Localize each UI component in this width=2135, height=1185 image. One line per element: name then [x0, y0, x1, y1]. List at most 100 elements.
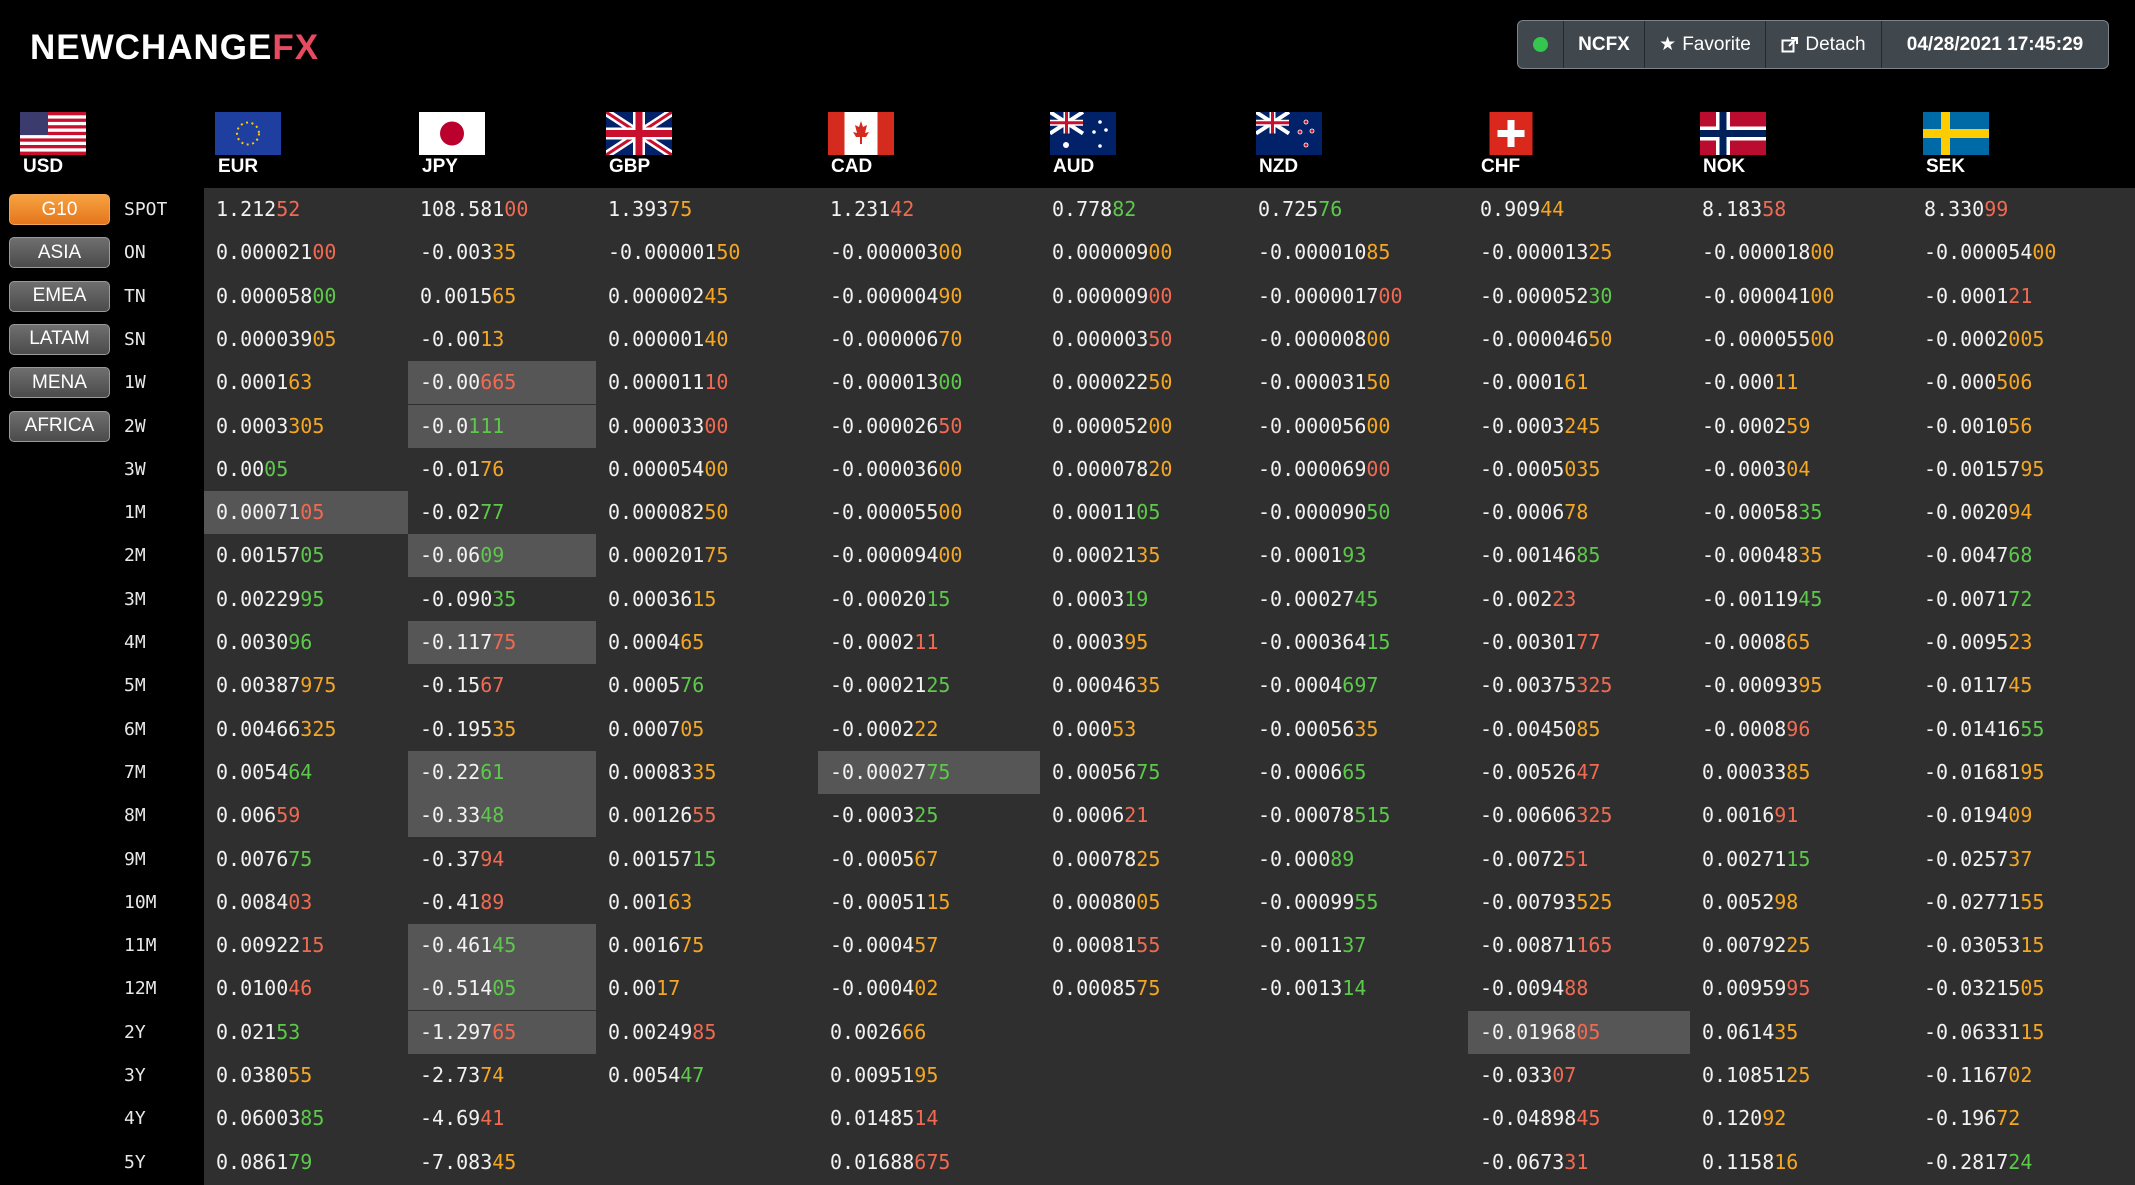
rate-cell-nok-3y[interactable]: 0.1085125 [1690, 1054, 1912, 1097]
rate-cell-aud-3m[interactable]: 0.000319 [1040, 578, 1246, 621]
rate-cell-nok-6m[interactable]: -0.000896 [1690, 708, 1912, 751]
rate-cell-nzd-spot[interactable]: 0.72576 [1246, 188, 1468, 231]
currency-header-chf[interactable]: CHF [1478, 112, 1658, 177]
rate-cell-nok-1w[interactable]: -0.00011 [1690, 361, 1912, 404]
rate-cell-sek-2w[interactable]: -0.001056 [1912, 405, 2135, 448]
currency-header-nzd[interactable]: NZD [1256, 112, 1436, 177]
rate-cell-chf-6m[interactable]: -0.0045085 [1468, 708, 1690, 751]
rate-cell-cad-11m[interactable]: -0.000457 [818, 924, 1040, 967]
rate-cell-nzd-3w[interactable]: -0.00006900 [1246, 448, 1468, 491]
rate-cell-nzd-2w[interactable]: -0.00005600 [1246, 405, 1468, 448]
rate-cell-eur-3y[interactable]: 0.038055 [204, 1054, 408, 1097]
rate-cell-chf-2m[interactable]: -0.0014685 [1468, 534, 1690, 577]
rate-cell-nzd-6m[interactable]: -0.0005635 [1246, 708, 1468, 751]
rate-cell-nok-7m[interactable]: 0.0003385 [1690, 751, 1912, 794]
rate-cell-aud-2w[interactable]: 0.00005200 [1040, 405, 1246, 448]
rate-cell-sek-2y[interactable]: -0.0633115 [1912, 1011, 2135, 1054]
rate-cell-nzd-9m[interactable]: -0.00089 [1246, 838, 1468, 881]
rate-cell-gbp-1m[interactable]: 0.00008250 [596, 491, 818, 534]
rate-cell-jpy-2m[interactable]: -0.0609 [408, 534, 596, 578]
rate-cell-sek-9m[interactable]: -0.025737 [1912, 838, 2135, 881]
rate-cell-chf-2w[interactable]: -0.0003245 [1468, 405, 1690, 448]
rate-cell-nok-3w[interactable]: -0.000304 [1690, 448, 1912, 491]
rate-cell-chf-2y[interactable]: -0.0196805 [1468, 1010, 1690, 1054]
rate-cell-sek-3m[interactable]: -0.007172 [1912, 578, 2135, 621]
rate-cell-sek-5m[interactable]: -0.011745 [1912, 664, 2135, 707]
rate-cell-gbp-3m[interactable]: 0.0003615 [596, 578, 818, 621]
rate-cell-nok-12m[interactable]: 0.0095995 [1690, 967, 1912, 1010]
rate-cell-aud-7m[interactable]: 0.0005675 [1040, 751, 1246, 794]
rate-cell-sek-8m[interactable]: -0.019409 [1912, 794, 2135, 837]
rate-cell-nok-2y[interactable]: 0.061435 [1690, 1011, 1912, 1054]
rate-cell-eur-6m[interactable]: 0.00466325 [204, 708, 408, 751]
rate-cell-eur-4m[interactable]: 0.003096 [204, 621, 408, 664]
rate-cell-jpy-10m[interactable]: -0.4189 [408, 881, 596, 924]
region-button-g10[interactable]: G10 [9, 194, 110, 225]
rate-cell-gbp-1w[interactable]: 0.00001110 [596, 361, 818, 404]
rate-cell-gbp-2m[interactable]: 0.00020175 [596, 534, 818, 577]
rate-cell-aud-spot[interactable]: 0.77882 [1040, 188, 1246, 231]
rate-cell-eur-5m[interactable]: 0.00387975 [204, 664, 408, 707]
rate-cell-eur-1w[interactable]: 0.000163 [204, 361, 408, 404]
rate-cell-nok-3m[interactable]: -0.0011945 [1690, 578, 1912, 621]
rate-cell-gbp-11m[interactable]: 0.001675 [596, 924, 818, 967]
rate-cell-nok-11m[interactable]: 0.0079225 [1690, 924, 1912, 967]
rate-cell-nok-2w[interactable]: -0.000259 [1690, 405, 1912, 448]
rate-cell-jpy-11m[interactable]: -0.46145 [408, 924, 596, 968]
rate-cell-gbp-3w[interactable]: 0.00005400 [596, 448, 818, 491]
rate-cell-chf-1m[interactable]: -0.000678 [1468, 491, 1690, 534]
region-button-asia[interactable]: ASIA [9, 237, 110, 269]
rate-cell-aud-1w[interactable]: 0.00002250 [1040, 361, 1246, 404]
rate-cell-sek-3w[interactable]: -0.0015795 [1912, 448, 2135, 491]
rate-cell-cad-3y[interactable]: 0.0095195 [818, 1054, 1040, 1097]
rate-cell-cad-1m[interactable]: -0.00005500 [818, 491, 1040, 534]
rate-cell-eur-5y[interactable]: 0.086179 [204, 1141, 408, 1184]
currency-header-eur[interactable]: EUR [215, 112, 395, 177]
rate-cell-jpy-2w[interactable]: -0.0111 [408, 404, 596, 448]
rate-cell-jpy-4y[interactable]: -4.6941 [408, 1097, 596, 1140]
rate-cell-cad-10m[interactable]: -0.0005115 [818, 881, 1040, 924]
rate-cell-gbp-9m[interactable]: 0.0015715 [596, 838, 818, 881]
rate-cell-nzd-2m[interactable]: -0.000193 [1246, 534, 1468, 577]
rate-cell-eur-11m[interactable]: 0.0092215 [204, 924, 408, 967]
rate-cell-cad-spot[interactable]: 1.23142 [818, 188, 1040, 231]
rate-cell-gbp-7m[interactable]: 0.0008335 [596, 751, 818, 794]
rate-cell-cad-6m[interactable]: -0.000222 [818, 708, 1040, 751]
rate-cell-sek-4y[interactable]: -0.19672 [1912, 1097, 2135, 1140]
rate-cell-nok-5y[interactable]: 0.115816 [1690, 1141, 1912, 1184]
rate-cell-jpy-sn[interactable]: -0.0013 [408, 318, 596, 361]
rate-cell-jpy-9m[interactable]: -0.3794 [408, 838, 596, 881]
rate-cell-nok-10m[interactable]: 0.005298 [1690, 881, 1912, 924]
rate-cell-chf-on[interactable]: -0.00001325 [1468, 231, 1690, 274]
rate-cell-sek-10m[interactable]: -0.0277155 [1912, 881, 2135, 924]
currency-header-usd[interactable]: USD [20, 112, 200, 177]
rate-cell-eur-tn[interactable]: 0.00005800 [204, 275, 408, 318]
rate-cell-eur-2w[interactable]: 0.0003305 [204, 405, 408, 448]
currency-header-gbp[interactable]: GBP [606, 112, 786, 177]
rate-cell-sek-5y[interactable]: -0.281724 [1912, 1141, 2135, 1184]
rate-cell-chf-3w[interactable]: -0.0005035 [1468, 448, 1690, 491]
rate-cell-jpy-5m[interactable]: -0.1567 [408, 664, 596, 707]
rate-cell-nzd-5m[interactable]: -0.0004697 [1246, 664, 1468, 707]
rate-cell-eur-8m[interactable]: 0.00659 [204, 794, 408, 837]
currency-header-sek[interactable]: SEK [1923, 112, 2103, 177]
rate-cell-jpy-on[interactable]: -0.00335 [408, 231, 596, 274]
rate-cell-eur-7m[interactable]: 0.005464 [204, 751, 408, 794]
rate-cell-gbp-tn[interactable]: 0.00000245 [596, 275, 818, 318]
rate-cell-nzd-on[interactable]: -0.00001085 [1246, 231, 1468, 274]
currency-header-cad[interactable]: CAD [828, 112, 1008, 177]
rate-cell-cad-2m[interactable]: -0.00009400 [818, 534, 1040, 577]
rate-cell-nok-4y[interactable]: 0.12092 [1690, 1097, 1912, 1140]
rate-cell-chf-sn[interactable]: -0.00004650 [1468, 318, 1690, 361]
rate-cell-chf-1w[interactable]: -0.000161 [1468, 361, 1690, 404]
rate-cell-sek-on[interactable]: -0.00005400 [1912, 231, 2135, 274]
rate-cell-jpy-6m[interactable]: -0.19535 [408, 708, 596, 751]
rate-cell-jpy-3y[interactable]: -2.7374 [408, 1054, 596, 1097]
rate-cell-nzd-10m[interactable]: -0.0009955 [1246, 881, 1468, 924]
rate-cell-nok-4m[interactable]: -0.000865 [1690, 621, 1912, 664]
rate-cell-eur-3w[interactable]: 0.0005 [204, 448, 408, 491]
rate-cell-nzd-8m[interactable]: -0.00078515 [1246, 794, 1468, 837]
rate-cell-nzd-sn[interactable]: -0.00000800 [1246, 318, 1468, 361]
rate-cell-jpy-tn[interactable]: 0.001565 [408, 275, 596, 318]
rate-cell-eur-spot[interactable]: 1.21252 [204, 188, 408, 231]
